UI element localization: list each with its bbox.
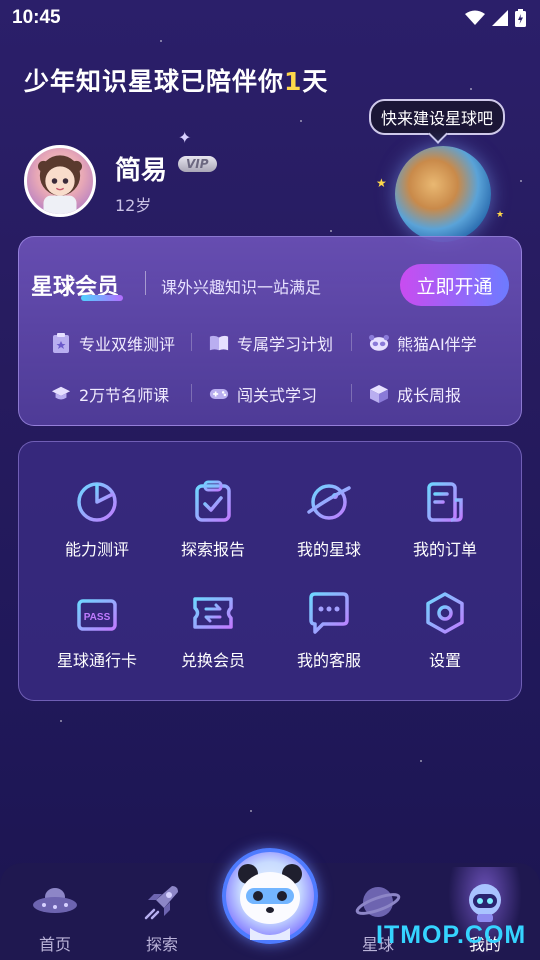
grid-item-redeem-membership[interactable]: 兑换会员 [155,589,271,671]
divider [145,271,146,295]
watermark-text: ITMOP.COM [376,921,527,949]
open-membership-button[interactable]: 立即开通 [400,264,509,306]
panda-icon [369,333,389,353]
planet-nav-icon [355,879,401,925]
grid-item-my-planet[interactable]: 我的星球 [271,478,387,560]
user-name: 简易 [115,156,168,186]
perk-item: 专业双维测评 [51,331,175,355]
perk-item: 熊猫AI伴学 [369,331,477,355]
grid-item-label: 我的星球 [296,540,361,559]
nav-label: 探索 [145,935,178,954]
grid-item-explore-report[interactable]: 探索报告 [155,478,271,560]
sparkle-icon: ★ [496,210,505,220]
grid-item-label: 我的客服 [296,651,361,670]
grid-item-label: 兑换会员 [180,651,245,670]
planet-icon [305,478,353,526]
robot-icon [462,879,508,925]
grid-item-label: 星球通行卡 [56,651,137,670]
perk-item: 闯关式学习 [209,382,317,406]
wifi-icon [465,10,485,25]
chat-bubble-icon [305,589,353,637]
sparkle-icon: ★ [376,176,387,190]
battery-icon [515,9,526,27]
grid-item-label: 探索报告 [180,540,245,559]
user-age: 12岁 [115,196,152,215]
panda-center-button[interactable] [222,848,318,944]
build-planet-bubble[interactable]: 快来建设星球吧 [369,99,506,135]
grid-item-label: 能力测评 [64,540,129,559]
gamepad-icon [209,384,229,404]
pass-card-icon: PASS [73,589,121,637]
settings-hexagon-icon [421,589,469,637]
perk-item: 成长周报 [369,382,461,406]
avatar[interactable] [24,145,96,217]
companion-days-headline: 少年知识星球已陪伴你1天 [24,62,328,98]
grid-item-label: 我的订单 [412,540,477,559]
membership-card: 星球会员 课外兴趣知识一站满足 立即开通 专业双维测评 专属学习计划 熊猫AI伴… [18,236,522,426]
headline-days: 1 [284,67,303,96]
sparkle-icon: ✦ [178,128,192,147]
divider [191,384,192,402]
perk-label: 闯关式学习 [237,386,318,405]
divider [351,384,352,402]
divider [351,333,352,351]
nav-item-explore[interactable]: 探索 [117,863,207,960]
perk-item: 2万节名师课 [51,382,169,406]
svg-text:PASS: PASS [84,612,111,623]
ufo-icon [32,879,78,925]
function-grid: 能力测评 探索报告 我的星球 我的订单 PASS 星球通行卡 兑换会员 我的客服… [18,441,522,701]
graduation-cap-icon [51,384,71,404]
cube-icon [369,384,389,404]
clipboard-check-icon [189,478,237,526]
status-bar: 10:45 [0,0,540,36]
open-book-icon [209,333,229,353]
perk-label: 成长周报 [397,386,462,405]
nav-item-home[interactable]: 首页 [10,863,100,960]
rocket-icon [139,879,185,925]
clipboard-icon [51,333,71,353]
headline-prefix: 少年知识星球已陪伴你 [24,67,285,96]
grid-item-label: 设置 [428,651,461,670]
divider [191,333,192,351]
grid-item-settings[interactable]: 设置 [387,589,503,671]
grid-item-my-orders[interactable]: 我的订单 [387,478,503,560]
grid-item-customer-service[interactable]: 我的客服 [271,589,387,671]
perk-label: 专属学习计划 [237,335,334,354]
perk-label: 专业双维测评 [79,335,176,354]
nav-label: 首页 [38,935,71,954]
grid-item-ability-test[interactable]: 能力测评 [39,478,155,560]
order-document-icon [421,478,469,526]
status-time: 10:45 [12,7,61,28]
exchange-ticket-icon [189,589,237,637]
pie-chart-icon [73,478,121,526]
perk-label: 2万节名师课 [79,386,170,405]
signal-icon [492,10,508,26]
perk-label: 熊猫AI伴学 [397,335,477,354]
status-icons [465,9,526,27]
vip-badge: VIP [178,156,217,172]
title-underline [81,295,123,301]
grid-item-planet-pass[interactable]: PASS 星球通行卡 [39,589,155,671]
perk-item: 专属学习计划 [209,331,333,355]
membership-subtitle: 课外兴趣知识一站满足 [161,278,322,297]
headline-suffix: 天 [302,67,329,96]
planet-image[interactable] [395,146,491,242]
